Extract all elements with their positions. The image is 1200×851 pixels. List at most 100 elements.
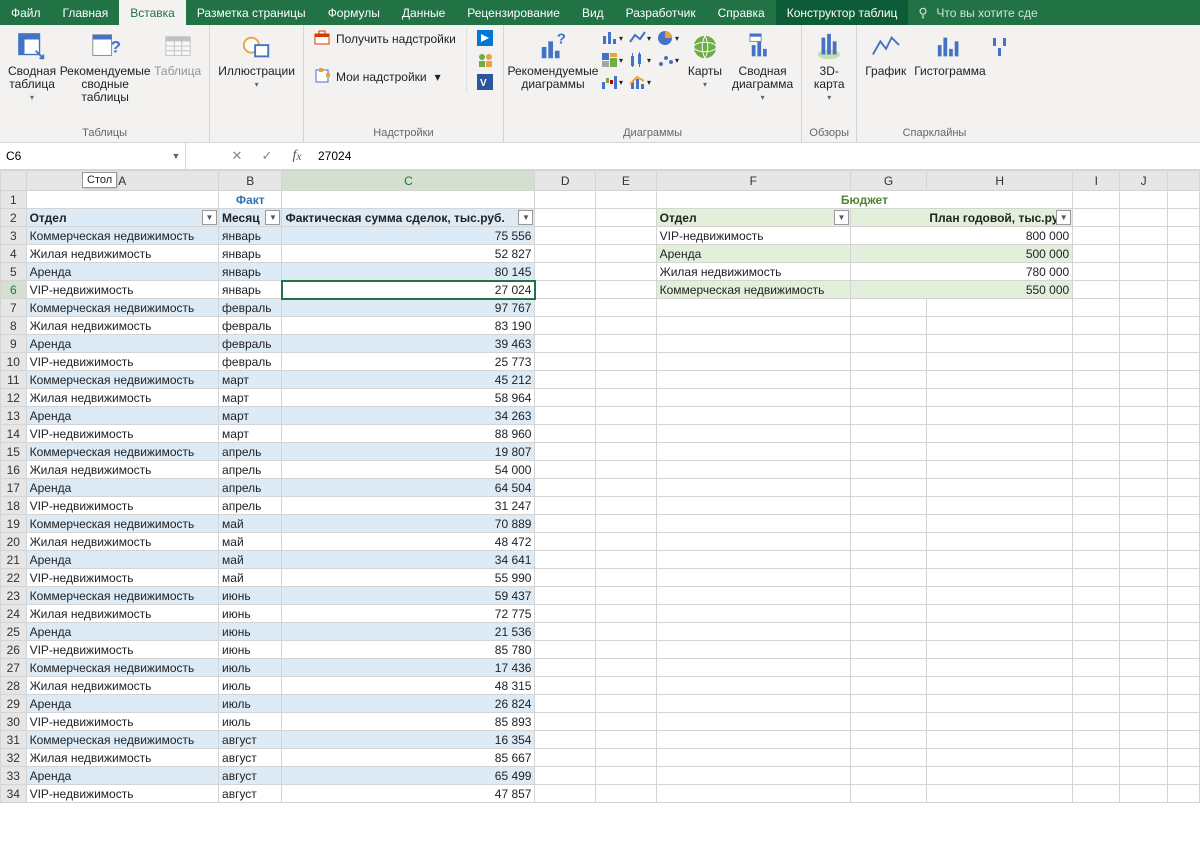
cell[interactable] bbox=[850, 425, 926, 443]
cell[interactable] bbox=[1167, 605, 1199, 623]
row-header-19[interactable]: 19 bbox=[1, 515, 27, 533]
cell[interactable] bbox=[927, 605, 1073, 623]
cell[interactable] bbox=[850, 533, 926, 551]
cell[interactable] bbox=[26, 191, 218, 209]
tab-pagelayout[interactable]: Разметка страницы bbox=[186, 0, 317, 25]
cell[interactable] bbox=[535, 515, 596, 533]
cell[interactable] bbox=[1073, 623, 1120, 641]
cell[interactable]: 97 767 bbox=[282, 299, 535, 317]
cell[interactable] bbox=[1167, 497, 1199, 515]
cell[interactable] bbox=[596, 191, 657, 209]
cell[interactable]: 88 960 bbox=[282, 425, 535, 443]
cell[interactable] bbox=[927, 461, 1073, 479]
hierarchy-chart-icon[interactable]: ▾ bbox=[600, 51, 624, 69]
column-header-I[interactable]: I bbox=[1073, 171, 1120, 191]
cell[interactable] bbox=[656, 605, 850, 623]
cell[interactable]: июль bbox=[219, 695, 282, 713]
cell[interactable] bbox=[656, 533, 850, 551]
cell[interactable]: 26 824 bbox=[282, 695, 535, 713]
cell[interactable] bbox=[535, 731, 596, 749]
cell[interactable] bbox=[927, 623, 1073, 641]
cell[interactable] bbox=[1120, 623, 1167, 641]
cell[interactable]: Коммерческая недвижимость bbox=[26, 227, 218, 245]
cell[interactable]: февраль bbox=[219, 353, 282, 371]
cell[interactable] bbox=[850, 443, 926, 461]
cell[interactable] bbox=[850, 731, 926, 749]
cell[interactable]: Жилая недвижимость bbox=[26, 677, 218, 695]
cell[interactable]: 27 024 bbox=[282, 281, 535, 299]
column-header-H[interactable]: H bbox=[927, 171, 1073, 191]
tell-me[interactable]: Что вы хотите сде bbox=[908, 0, 1200, 25]
cell[interactable] bbox=[850, 767, 926, 785]
cell[interactable] bbox=[1073, 605, 1120, 623]
cell[interactable]: 48 315 bbox=[282, 677, 535, 695]
recommended-pivot-button[interactable]: ? Рекомендуемые сводные таблицы bbox=[60, 27, 150, 104]
cell[interactable] bbox=[1073, 371, 1120, 389]
column-header-E[interactable]: E bbox=[596, 171, 657, 191]
name-box[interactable]: ▼ bbox=[0, 143, 186, 169]
cell[interactable] bbox=[596, 425, 657, 443]
cell[interactable] bbox=[927, 731, 1073, 749]
cell[interactable] bbox=[535, 461, 596, 479]
row-header-4[interactable]: 4 bbox=[1, 245, 27, 263]
cell[interactable]: июль bbox=[219, 677, 282, 695]
row-header-5[interactable]: 5 bbox=[1, 263, 27, 281]
cell[interactable] bbox=[656, 587, 850, 605]
cell[interactable] bbox=[850, 713, 926, 731]
cell[interactable] bbox=[596, 353, 657, 371]
cell[interactable] bbox=[1073, 335, 1120, 353]
cell[interactable]: 64 504 bbox=[282, 479, 535, 497]
tab-home[interactable]: Главная bbox=[52, 0, 120, 25]
cell[interactable]: 34 641 bbox=[282, 551, 535, 569]
cell[interactable] bbox=[656, 299, 850, 317]
cell[interactable] bbox=[1120, 389, 1167, 407]
cell[interactable] bbox=[596, 785, 657, 803]
cell[interactable] bbox=[596, 461, 657, 479]
cell[interactable]: 70 889 bbox=[282, 515, 535, 533]
cell[interactable]: Аренда bbox=[26, 479, 218, 497]
cell[interactable]: 25 773 bbox=[282, 353, 535, 371]
cell[interactable] bbox=[1167, 353, 1199, 371]
row-header-20[interactable]: 20 bbox=[1, 533, 27, 551]
row-header-2[interactable]: 2 bbox=[1, 209, 27, 227]
row-header-26[interactable]: 26 bbox=[1, 641, 27, 659]
cell[interactable]: 780 000 bbox=[850, 263, 1072, 281]
cell[interactable] bbox=[596, 281, 657, 299]
cell[interactable] bbox=[596, 263, 657, 281]
cell[interactable] bbox=[850, 677, 926, 695]
cell[interactable] bbox=[927, 587, 1073, 605]
cell[interactable] bbox=[1120, 785, 1167, 803]
cell[interactable] bbox=[1167, 407, 1199, 425]
cell[interactable] bbox=[535, 317, 596, 335]
cell[interactable] bbox=[535, 677, 596, 695]
cell[interactable] bbox=[535, 695, 596, 713]
cell[interactable] bbox=[1167, 461, 1199, 479]
cell[interactable]: 17 436 bbox=[282, 659, 535, 677]
cell[interactable]: Коммерческая недвижимость bbox=[26, 299, 218, 317]
cell[interactable] bbox=[596, 695, 657, 713]
formula-input[interactable] bbox=[312, 143, 1200, 169]
cell[interactable] bbox=[596, 443, 657, 461]
cell[interactable]: 19 807 bbox=[282, 443, 535, 461]
cell[interactable] bbox=[927, 425, 1073, 443]
my-addins-button[interactable]: Мои надстройки ▾ bbox=[308, 65, 466, 89]
cell[interactable] bbox=[1167, 785, 1199, 803]
row-header-10[interactable]: 10 bbox=[1, 353, 27, 371]
cell[interactable]: 800 000 bbox=[850, 227, 1072, 245]
cell[interactable]: Жилая недвижимость bbox=[26, 533, 218, 551]
cell[interactable] bbox=[927, 767, 1073, 785]
cell[interactable] bbox=[596, 533, 657, 551]
cell[interactable]: VIP-недвижимость bbox=[26, 497, 218, 515]
cell[interactable] bbox=[1167, 425, 1199, 443]
cell[interactable]: Коммерческая недвижимость bbox=[26, 443, 218, 461]
cell[interactable]: 55 990 bbox=[282, 569, 535, 587]
cell[interactable] bbox=[656, 695, 850, 713]
cell[interactable]: Коммерческая недвижимость bbox=[26, 587, 218, 605]
cell[interactable]: июнь bbox=[219, 605, 282, 623]
pivot-chart-button[interactable]: Сводная диаграмма▾ bbox=[728, 27, 797, 104]
cell[interactable] bbox=[656, 713, 850, 731]
cell[interactable]: январь bbox=[219, 245, 282, 263]
illustrations-button[interactable]: Иллюстрации▾ bbox=[214, 27, 299, 91]
cell[interactable] bbox=[656, 641, 850, 659]
cell[interactable] bbox=[850, 461, 926, 479]
